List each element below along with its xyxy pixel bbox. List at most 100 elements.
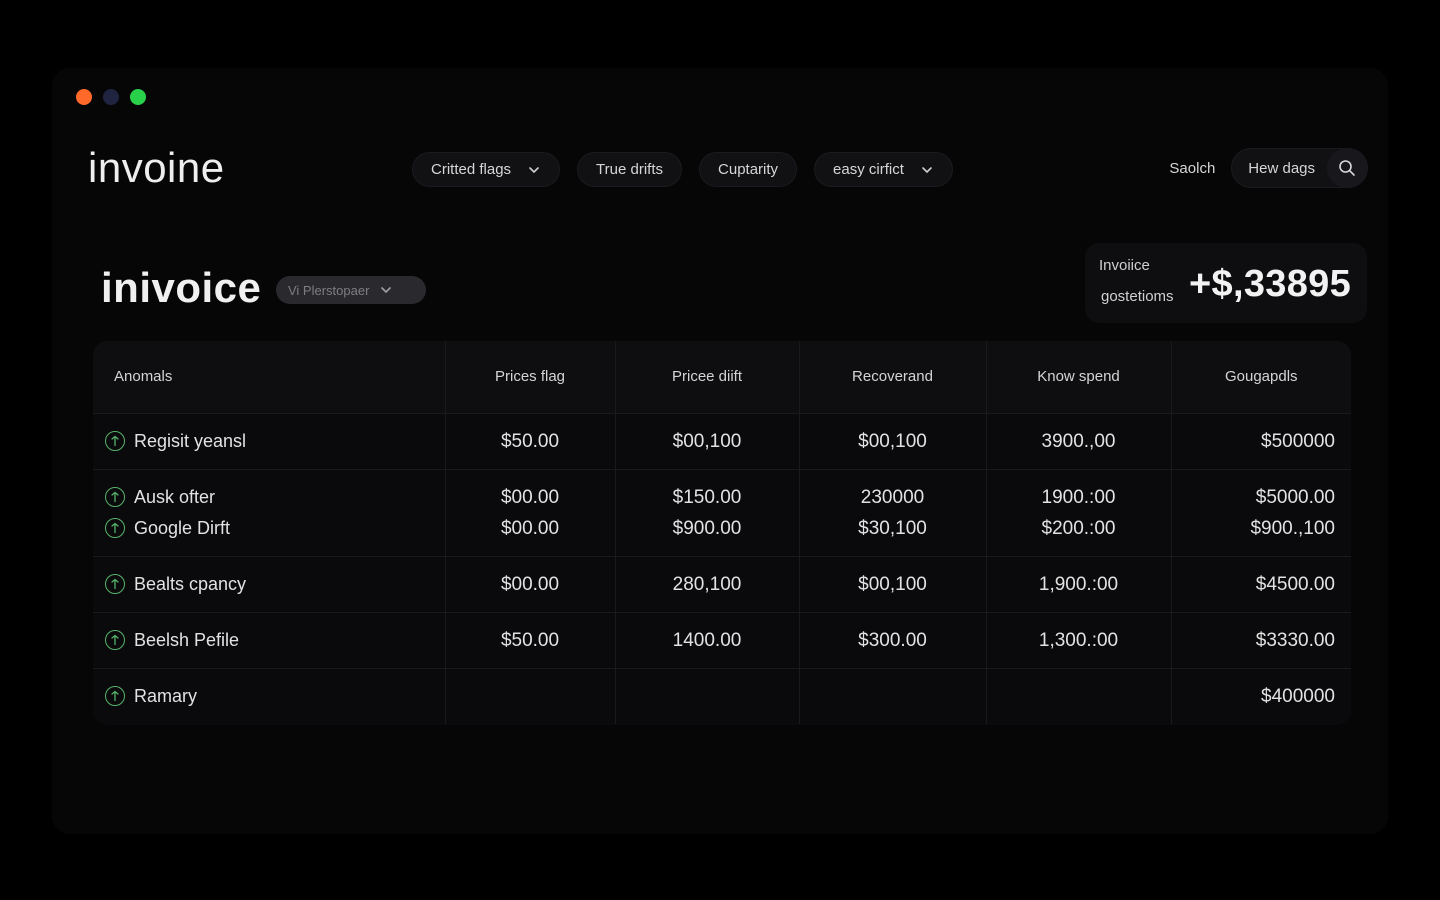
cell-value: 1900.:00 bbox=[1041, 486, 1116, 508]
column-header[interactable]: Gougapdls bbox=[1171, 341, 1351, 413]
cell-value: $5000.00 bbox=[1255, 486, 1335, 508]
value-cell: $4500.00 bbox=[1171, 555, 1351, 612]
cell-value: $300.00 bbox=[858, 629, 927, 651]
filter-label: Critted flags bbox=[431, 161, 512, 178]
table-row[interactable]: Bealts cpancy $00.00 280,100 $00,100 1,900.:… bbox=[93, 555, 1351, 612]
anomaly-label: Regisit yeansl bbox=[134, 430, 247, 451]
cell-value: $00.00 bbox=[500, 517, 560, 539]
value-cell: $150.00 $900.00 bbox=[615, 468, 800, 556]
value-cell: 1900.:00 $200.:00 bbox=[986, 468, 1172, 556]
minimize-window-button[interactable] bbox=[103, 89, 119, 105]
anomaly-cell: Ausk ofter Google Dirft bbox=[93, 468, 446, 556]
chevron-down-icon bbox=[922, 166, 932, 173]
column-header[interactable]: Recoverand bbox=[799, 341, 987, 413]
value-cell: 280,100 bbox=[615, 555, 800, 612]
filter-critted-flags[interactable]: Critted flags bbox=[412, 152, 561, 187]
anomaly-name: Google Dirft bbox=[105, 513, 445, 544]
cell-value: $4500.00 bbox=[1255, 573, 1335, 595]
header-tools: Saolch Hew dags bbox=[1169, 148, 1368, 188]
filter-label: True drifts bbox=[596, 161, 664, 178]
value-cell: $3330.00 bbox=[1171, 611, 1351, 668]
value-cell: $500000 bbox=[1171, 412, 1351, 469]
anomaly-status-icon bbox=[105, 630, 125, 650]
filter-label: easy cirfict bbox=[833, 161, 904, 178]
view-selector[interactable]: Vi Plerstopaer bbox=[276, 276, 426, 304]
value-cell: $00,100 bbox=[799, 555, 987, 612]
anomaly-cell: Beelsh Pefile bbox=[93, 611, 446, 668]
cell-value: $900.,100 bbox=[1250, 517, 1335, 539]
cell-value: $3330.00 bbox=[1255, 629, 1335, 651]
value-cell bbox=[615, 667, 800, 724]
summary-card: Invoiice gostetioms +$,33895 bbox=[1085, 243, 1367, 323]
anomaly-status-icon bbox=[105, 686, 125, 707]
value-cell: $400000 bbox=[1171, 667, 1351, 724]
view-selector-value: Vi Plerstopaer bbox=[288, 282, 370, 298]
value-cell: $50.00 bbox=[445, 611, 616, 668]
chevron-down-icon bbox=[529, 166, 539, 173]
anomaly-name: Bealts cpancy bbox=[105, 569, 445, 600]
cell-value: $00,100 bbox=[858, 430, 927, 452]
cell-value: 1,900.:00 bbox=[1038, 573, 1119, 595]
value-cell: 1,300.:00 bbox=[986, 611, 1172, 668]
value-cell bbox=[799, 667, 987, 724]
search-icon bbox=[1339, 160, 1355, 176]
anomaly-label: Google Dirft bbox=[134, 517, 231, 538]
maximize-window-button[interactable] bbox=[130, 89, 146, 105]
cell-value: $00,100 bbox=[858, 573, 927, 595]
search-link[interactable]: Saolch bbox=[1169, 160, 1215, 177]
summary-label-top: Invoiice bbox=[1099, 257, 1150, 274]
chevron-down-icon bbox=[381, 287, 392, 294]
summary-label-bottom: gostetioms bbox=[1101, 288, 1174, 305]
cell-value: $00.00 bbox=[500, 486, 560, 508]
anomaly-cell: Bealts cpancy bbox=[93, 555, 446, 612]
cell-value: $900.00 bbox=[672, 517, 742, 539]
value-cell: $5000.00 $900.,100 bbox=[1171, 468, 1351, 556]
app-brand: invoine bbox=[88, 144, 225, 191]
filter-cuptarity[interactable]: Cuptarity bbox=[699, 152, 798, 187]
table-row[interactable]: Regisit yeansl $50.00 $00,100 $00,100 3900.,… bbox=[93, 412, 1351, 469]
anomaly-label: Beelsh Pefile bbox=[134, 629, 240, 650]
how-dags-button[interactable]: Hew dags bbox=[1248, 160, 1315, 177]
cell-value: $50.00 bbox=[500, 629, 560, 651]
value-cell: 1400.00 bbox=[615, 611, 800, 668]
anomalies-table: Anomals Prices flag Pricee diift Recover… bbox=[93, 341, 1351, 725]
value-cell: 230000 $30,100 bbox=[799, 468, 987, 556]
anomaly-label: Ausk ofter bbox=[134, 486, 216, 507]
value-cell: $00.00 bbox=[445, 555, 616, 612]
search-group: Hew dags bbox=[1231, 148, 1368, 188]
value-cell: 1,900.:00 bbox=[986, 555, 1172, 612]
anomaly-name: Ausk ofter bbox=[105, 482, 445, 513]
app-window: invoine Critted flags True drifts Cuptar… bbox=[52, 68, 1388, 834]
cell-value: 3900.,00 bbox=[1041, 430, 1116, 452]
table-row[interactable]: Ramary $400000 bbox=[93, 667, 1351, 724]
cell-value: 230000 bbox=[860, 486, 925, 508]
anomaly-cell: Regisit yeansl bbox=[93, 412, 446, 469]
value-cell: $300.00 bbox=[799, 611, 987, 668]
anomaly-name: Regisit yeansl bbox=[105, 426, 445, 457]
value-cell: $00.00 $00.00 bbox=[445, 468, 616, 556]
cell-value: $200.:00 bbox=[1041, 517, 1116, 539]
column-header[interactable]: Know spend bbox=[986, 341, 1172, 413]
close-window-button[interactable] bbox=[76, 89, 92, 105]
column-header[interactable]: Pricee diift bbox=[615, 341, 800, 413]
filter-true-drifts[interactable]: True drifts bbox=[577, 152, 683, 187]
column-header[interactable]: Prices flag bbox=[445, 341, 616, 413]
cell-value: 1400.00 bbox=[672, 629, 742, 651]
summary-value: +$,33895 bbox=[1189, 263, 1351, 305]
window-controls bbox=[76, 89, 146, 105]
cell-value: 280,100 bbox=[672, 573, 742, 595]
cell-value: $150.00 bbox=[672, 486, 742, 508]
cell-value: $50.00 bbox=[500, 430, 560, 452]
value-cell bbox=[445, 667, 616, 724]
anomaly-status-icon bbox=[105, 518, 125, 538]
anomaly-name: Ramary bbox=[105, 681, 445, 712]
table-row[interactable]: Beelsh Pefile $50.00 1400.00 $300.00 1,300.:… bbox=[93, 611, 1351, 668]
anomaly-status-icon bbox=[105, 487, 125, 507]
anomaly-status-icon bbox=[105, 431, 125, 451]
filter-bar: Critted flags True drifts Cuptarity easy… bbox=[412, 152, 953, 187]
search-button[interactable] bbox=[1327, 148, 1367, 188]
cell-value: $00.00 bbox=[500, 573, 560, 595]
column-header[interactable]: Anomals bbox=[93, 341, 446, 413]
table-row[interactable]: Ausk ofter Google Dirft $00.00 $00.00 $150.0… bbox=[93, 468, 1351, 556]
filter-easy-cirfict[interactable]: easy cirfict bbox=[814, 152, 953, 187]
